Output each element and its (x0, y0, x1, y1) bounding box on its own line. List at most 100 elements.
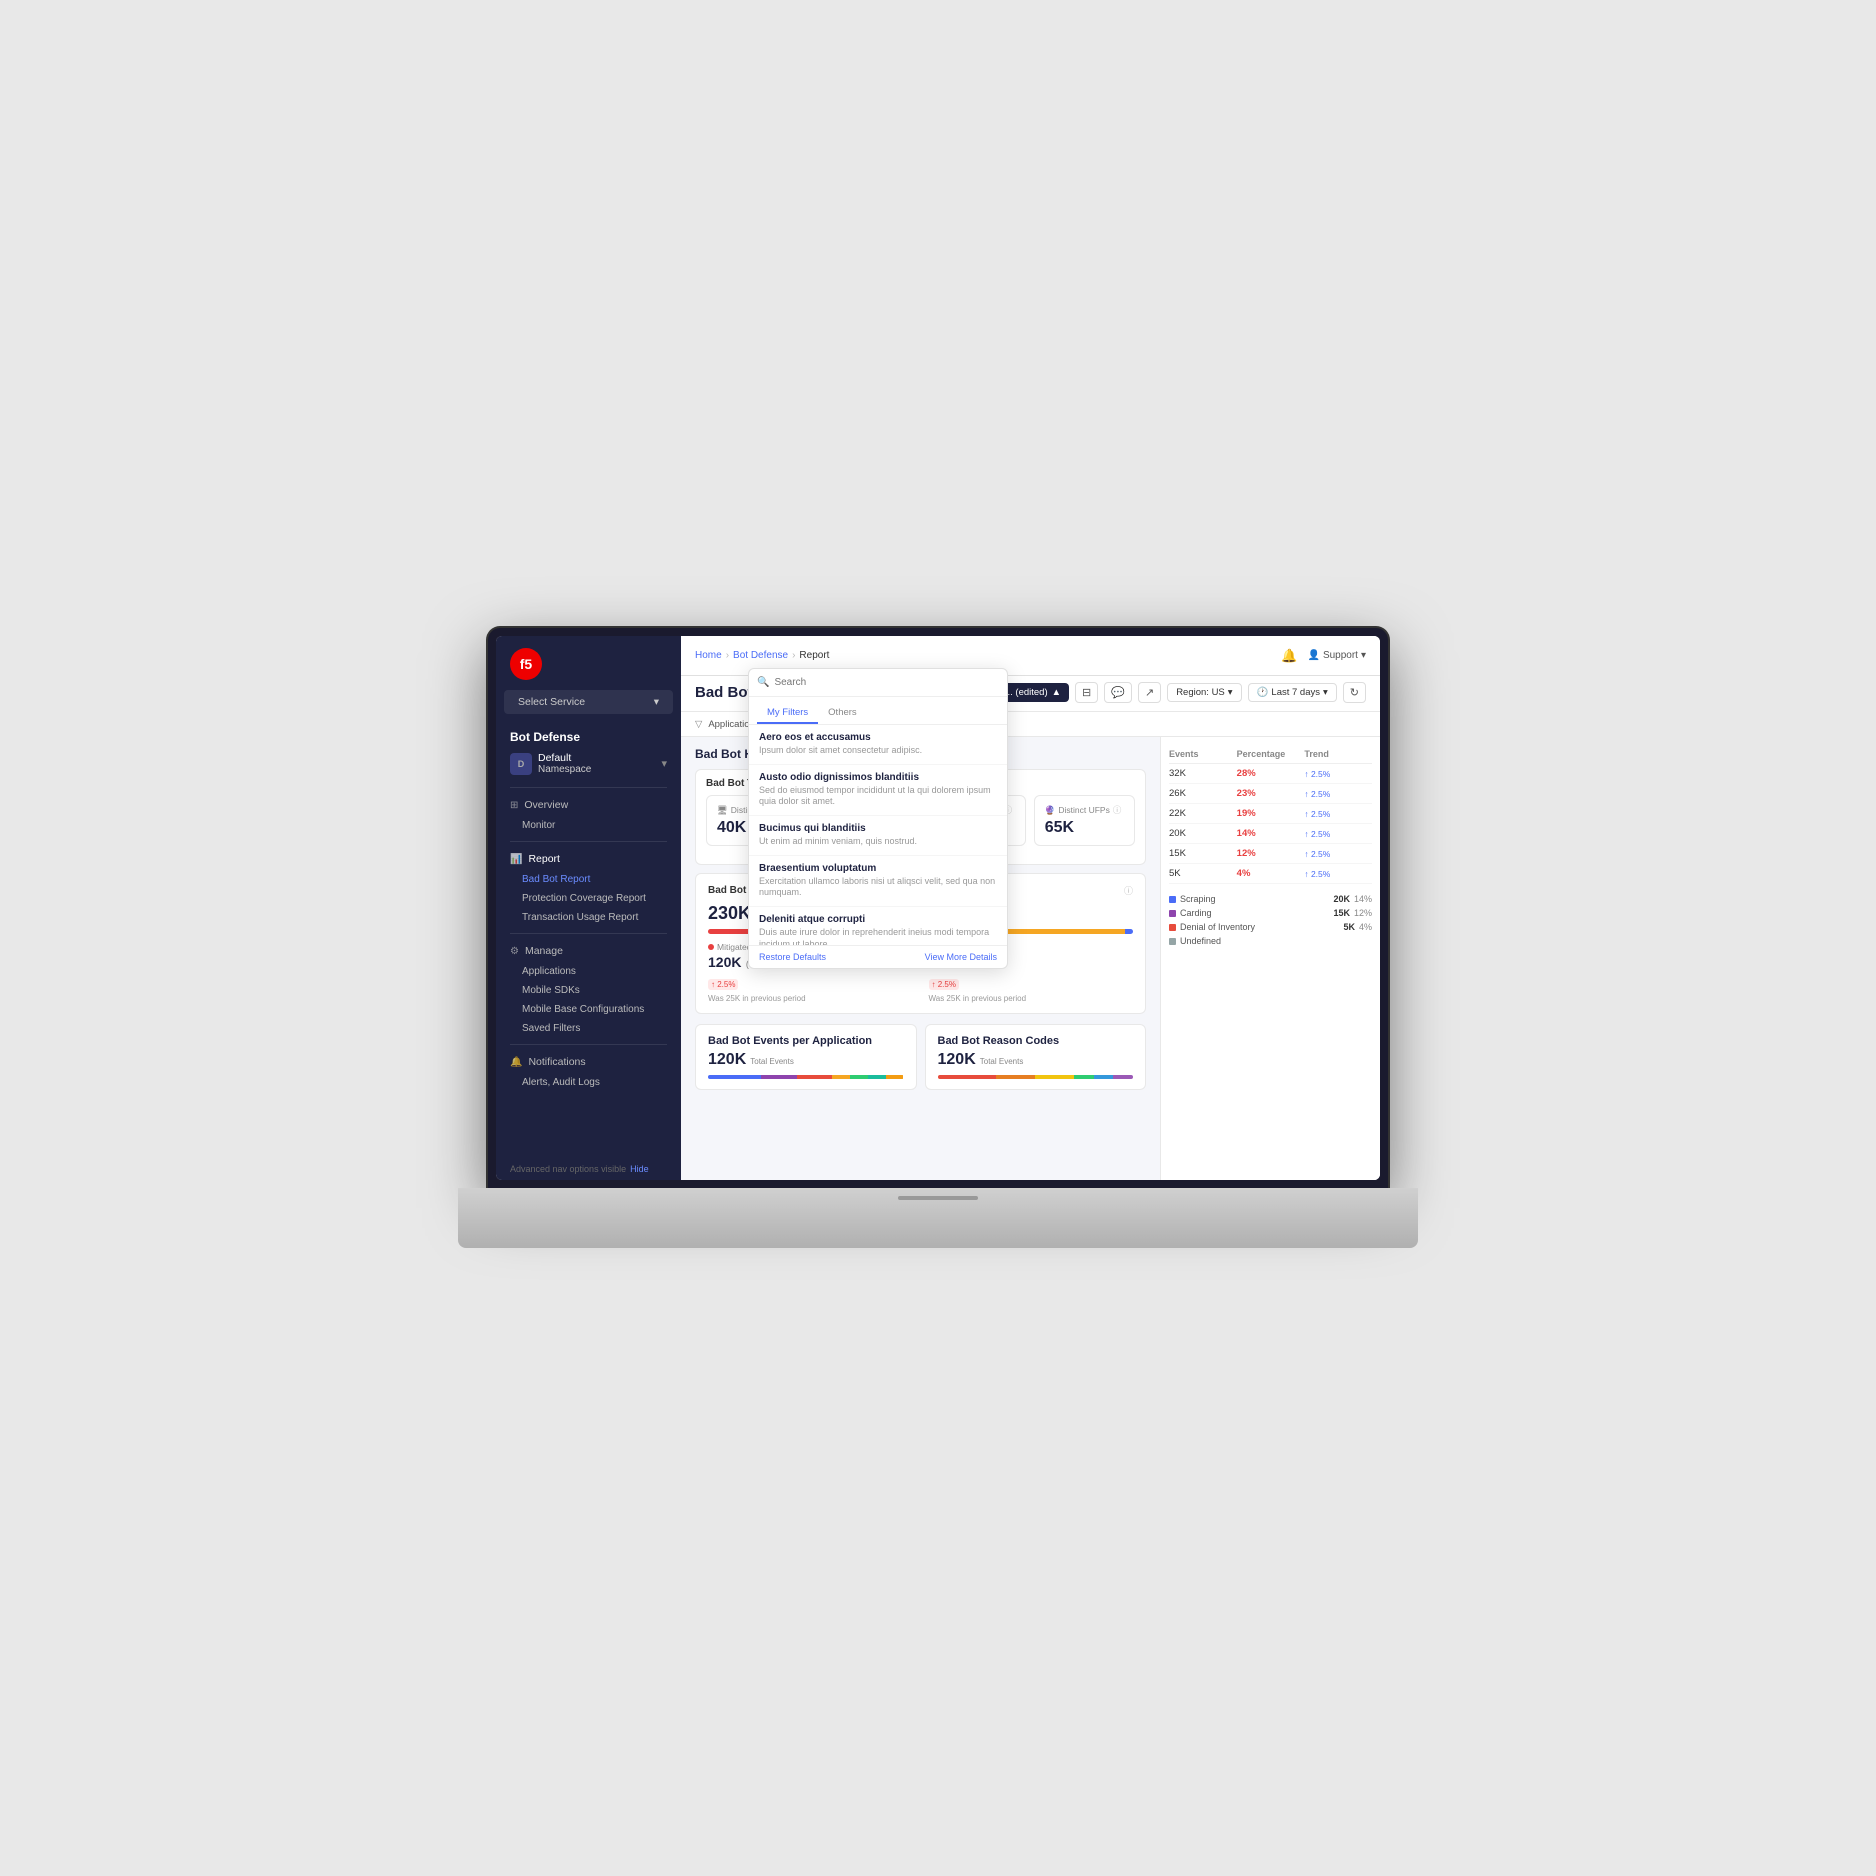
denial-dot (1169, 924, 1176, 931)
namespace-icon: D (510, 753, 532, 775)
legend-scraping: Scraping 20K 14% (1169, 892, 1372, 906)
laptop-base (458, 1188, 1418, 1248)
dropdown-item-3[interactable]: Braesentium voluptatum Exercitation ulla… (749, 856, 1007, 907)
events-app-label: Total Events (750, 1057, 794, 1066)
mitigated-prev: Was 25K in previous period (708, 994, 913, 1003)
manage-icon: ⚙ (510, 946, 519, 957)
chart-icon: 📊 (510, 854, 522, 865)
dropdown-item-title-4: Deleniti atque corrupti (759, 914, 997, 925)
sidebar-item-bad-bot-report[interactable]: Bad Bot Report (496, 870, 681, 889)
filter-dropdown-panel[interactable]: 🔍 My Filters Others Aero eos et accusamu… (748, 668, 1008, 969)
view-more-link[interactable]: View More Details (925, 952, 997, 962)
tab-my-filters[interactable]: My Filters (757, 703, 818, 724)
total-bots-value: 230K (708, 903, 751, 924)
sidebar-item-monitor[interactable]: Monitor (496, 816, 681, 835)
main-content: Home › Bot Defense › Report 🔔 👤 (681, 636, 1380, 1180)
dropdown-item-title-1: Austo odio dignissimos blanditiis (759, 772, 997, 783)
reason-codes-total: 120K (938, 1051, 976, 1069)
topbar-right: 🔔 👤 Support ▾ (1281, 648, 1366, 664)
support-chevron: ▾ (1361, 650, 1366, 661)
metric-distinct-ufps: 🔮 Distinct UFPs ⓘ 65K (1034, 795, 1135, 846)
table-row: 22K 19% ↑ 2.5% (1169, 804, 1372, 824)
right-panel: Events Percentage Trend 32K 28% ↑ 2.5% (1160, 737, 1380, 1180)
filter-options-button[interactable]: ⊟ (1075, 682, 1098, 703)
support-icon: 👤 (1307, 650, 1319, 661)
notifications-label: Notifications (528, 1056, 585, 1068)
breadcrumb-sep-2: › (792, 650, 795, 661)
flagged-prev: Was 25K in previous period (929, 994, 1134, 1003)
sidebar-item-protection-report[interactable]: Protection Coverage Report (496, 889, 681, 908)
monitor-icon: 🖥 (717, 805, 728, 816)
select-service-dropdown[interactable]: Select Service ▾ (504, 690, 673, 714)
sidebar-item-report[interactable]: 📊 Report (496, 848, 681, 870)
footer-text: Advanced nav options visible (510, 1164, 626, 1174)
sidebar-item-saved-filters[interactable]: Saved Filters (496, 1019, 681, 1038)
sidebar-item-transaction-report[interactable]: Transaction Usage Report (496, 908, 681, 927)
region-label: Region: US (1176, 687, 1225, 698)
select-service-label: Select Service (518, 696, 585, 708)
breadcrumb-home[interactable]: Home (695, 650, 722, 661)
support-button[interactable]: 👤 Support ▾ (1307, 650, 1366, 661)
ufps-icon: 🔮 (1045, 805, 1056, 816)
dropdown-tabs: My Filters Others (749, 697, 1007, 725)
f5-logo: f5 (510, 648, 542, 680)
sidebar-item-alerts[interactable]: Alerts, Audit Logs (496, 1073, 681, 1092)
clock-icon: 🕐 (1257, 687, 1269, 698)
sidebar-item-mobile-base[interactable]: Mobile Base Configurations (496, 1000, 681, 1019)
report-label: Report (528, 853, 560, 865)
dropdown-item-0[interactable]: Aero eos et accusamus Ipsum dolor sit am… (749, 725, 1007, 765)
restore-defaults-link[interactable]: Restore Defaults (759, 952, 826, 962)
dropdown-item-4[interactable]: Deleniti atque corrupti Duis aute irure … (749, 907, 1007, 945)
sidebar-item-mobile-sdks[interactable]: Mobile SDKs (496, 981, 681, 1000)
bell-icon-topbar[interactable]: 🔔 (1281, 648, 1297, 664)
refresh-button[interactable]: ↻ (1343, 682, 1366, 703)
bottom-panels: Bad Bot Events per Application 120K Tota… (695, 1024, 1146, 1090)
breadcrumb: Home › Bot Defense › Report (695, 650, 829, 661)
search-input[interactable] (774, 677, 999, 688)
share-button[interactable]: ↗ (1138, 682, 1161, 703)
time-selector[interactable]: 🕐 Last 7 days ▾ (1248, 683, 1337, 702)
manage-label: Manage (525, 945, 563, 957)
filter-chevron: ▲ (1052, 687, 1061, 698)
dropdown-items: Aero eos et accusamus Ipsum dolor sit am… (749, 725, 1007, 945)
sidebar-item-overview[interactable]: ⊞ Overview (496, 794, 681, 816)
sidebar: f5 Select Service ▾ Bot Defense D Defaul… (496, 636, 681, 1180)
events-app-bar (708, 1075, 904, 1079)
table-header: Events Percentage Trend (1169, 745, 1372, 764)
sidebar-divider-1 (510, 787, 667, 788)
dropdown-item-desc-1: Sed do eiusmod tempor incididunt ut la q… (759, 785, 997, 808)
sidebar-item-manage[interactable]: ⚙ Manage (496, 940, 681, 962)
dropdown-footer: Restore Defaults View More Details (749, 945, 1007, 968)
dropdown-item-2[interactable]: Bucimus qui blanditiis Ut enim ad minim … (749, 816, 1007, 856)
bot-defense-label: Bot Defense (496, 722, 681, 748)
breadcrumb-sep-1: › (726, 650, 729, 661)
sidebar-divider-3 (510, 933, 667, 934)
reason-codes-card: Bad Bot Reason Codes 120K Total Events (925, 1024, 1147, 1090)
mitigated-trend: ↑ 2.5% (708, 979, 738, 990)
time-label: Last 7 days (1271, 687, 1320, 698)
region-selector[interactable]: Region: US ▾ (1167, 683, 1241, 702)
table-row: 5K 4% ↑ 2.5% (1169, 864, 1372, 884)
breadcrumb-page: Report (799, 650, 829, 661)
grid-icon: ⊞ (510, 800, 518, 811)
sidebar-item-applications[interactable]: Applications (496, 962, 681, 981)
hide-link[interactable]: Hide (630, 1164, 649, 1174)
dropdown-search-area: 🔍 (749, 669, 1007, 697)
tab-others[interactable]: Others (818, 703, 867, 724)
metric-ufps-label: 🔮 Distinct UFPs ⓘ (1045, 804, 1124, 816)
overview-label: Overview (524, 799, 568, 811)
filter-icon-bar: ▽ (695, 719, 702, 730)
dropdown-item-1[interactable]: Austo odio dignissimos blanditiis Sed do… (749, 765, 1007, 816)
breadcrumb-section[interactable]: Bot Defense (733, 650, 788, 661)
search-icon: 🔍 (757, 677, 769, 688)
default-label: Default (538, 752, 591, 764)
trend-header: Trend (1304, 749, 1372, 759)
comment-button[interactable]: 💬 (1104, 682, 1132, 703)
table-row: 15K 12% ↑ 2.5% (1169, 844, 1372, 864)
dropdown-item-title-2: Bucimus qui blanditiis (759, 823, 997, 834)
table-body: 32K 28% ↑ 2.5% 26K 23% ↑ 2.5% (1169, 764, 1372, 884)
sidebar-item-notifications[interactable]: 🔔 Notifications (496, 1051, 681, 1073)
table-row: 20K 14% ↑ 2.5% (1169, 824, 1372, 844)
region-chevron: ▾ (1228, 687, 1233, 698)
dropdown-item-desc-2: Ut enim ad minim veniam, quis nostrud. (759, 836, 997, 848)
